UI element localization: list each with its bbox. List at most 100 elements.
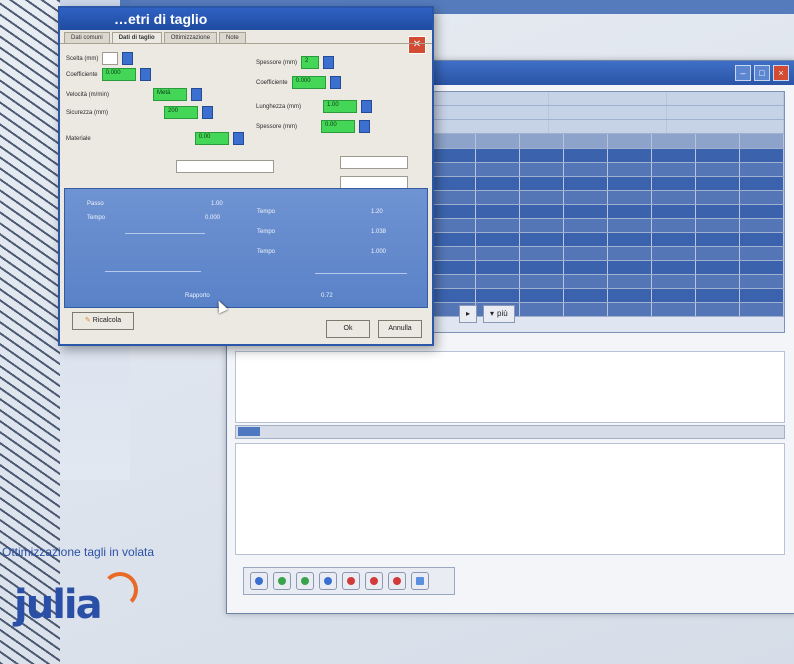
field-label: Spessore (mm) <box>256 59 298 66</box>
table-row[interactable] <box>432 149 784 163</box>
input-box[interactable] <box>340 156 408 169</box>
more-button-label: più <box>497 309 508 318</box>
dialog-title: …etri di taglio <box>60 8 432 30</box>
field-label: Velocità (m/min) <box>66 91 110 98</box>
table-row[interactable] <box>432 233 784 247</box>
dialog-button-bar: ✎ Ricalcola Ok Annulla <box>64 310 426 338</box>
table-row[interactable] <box>432 289 784 303</box>
field-row: Sicurezza (mm) 200 <box>66 106 214 119</box>
julia-logo: julia <box>10 572 138 634</box>
table-row[interactable] <box>432 261 784 275</box>
field-label: Lunghezza (mm) <box>256 103 302 110</box>
result-value: 1.038 <box>371 229 387 235</box>
field-value[interactable]: 0.00 <box>321 120 356 133</box>
table-row[interactable] <box>432 275 784 289</box>
field-row: Spessore (mm) 0.00 <box>256 120 371 133</box>
maximize-button[interactable]: □ <box>754 65 770 81</box>
recalculate-button[interactable]: ✎ Ricalcola <box>72 312 134 330</box>
field-value[interactable]: 1.00 <box>323 100 358 113</box>
result-label: Tempo <box>257 229 276 235</box>
blue-action-icon[interactable] <box>250 572 268 590</box>
result-label: Passo <box>87 201 104 207</box>
field-value[interactable]: 0.00 <box>194 132 229 145</box>
result-value: 0.72 <box>321 293 333 299</box>
tab-dati-di-taglio[interactable]: Dati di taglio <box>111 32 162 43</box>
tab-note[interactable]: Note <box>219 32 246 43</box>
cancel-button[interactable]: Annulla <box>378 320 422 338</box>
spin-button[interactable] <box>323 56 335 69</box>
spin-button[interactable] <box>202 106 214 119</box>
lower-pane[interactable] <box>235 443 785 555</box>
spin-button[interactable] <box>361 100 373 113</box>
pencil-icon: ✎ <box>84 317 91 324</box>
document-icon[interactable] <box>411 572 429 590</box>
field-row <box>66 160 274 173</box>
field-value[interactable]: 0.000 <box>101 68 136 81</box>
field-value[interactable]: 200 <box>164 106 199 119</box>
table-row[interactable] <box>432 163 784 177</box>
result-label: Rapporto <box>185 293 210 299</box>
field-label: Materiale <box>66 135 91 142</box>
minimize-button[interactable]: – <box>735 65 751 81</box>
input-box[interactable] <box>102 52 119 65</box>
table-row[interactable] <box>432 219 784 233</box>
field-row <box>340 156 408 169</box>
grid-info-row <box>432 120 784 134</box>
result-value: 1.000 <box>371 249 387 255</box>
table-row[interactable] <box>432 177 784 191</box>
field-row: Spessore (mm) 2 <box>256 56 335 69</box>
blue-action-icon[interactable] <box>319 572 337 590</box>
cutting-parameters-dialog: …etri di taglio ✕ Dati comuni Dati di ta… <box>58 6 434 346</box>
grid-toolbar: ▸ ▾ più <box>459 305 515 323</box>
grid-header-row <box>432 134 784 149</box>
splitter-handle[interactable] <box>238 427 260 436</box>
green-action-icon[interactable] <box>296 572 314 590</box>
field-row: Scelta (mm) <box>66 52 134 65</box>
red-action-icon[interactable] <box>342 572 360 590</box>
spin-button[interactable] <box>232 132 244 145</box>
spin-button[interactable] <box>122 52 134 65</box>
separator-line <box>315 273 407 274</box>
ok-button[interactable]: Ok <box>326 320 370 338</box>
green-action-icon[interactable] <box>273 572 291 590</box>
dropdown-icon: ▾ <box>490 309 495 318</box>
field-label: Coefficiente <box>66 71 98 78</box>
table-row[interactable] <box>432 205 784 219</box>
field-row: Velocità (m/min) Metà <box>66 88 203 101</box>
result-value: 1.20 <box>371 209 383 215</box>
dialog-tabs: Dati comuni Dati di taglio Ottimizzazion… <box>60 30 432 43</box>
field-label: Spessore (mm) <box>256 123 298 130</box>
pane-splitter[interactable] <box>235 425 785 439</box>
field-label: Sicurezza (mm) <box>66 109 109 116</box>
window-controls: – □ × <box>735 65 789 81</box>
red-action-icon[interactable] <box>365 572 383 590</box>
field-value[interactable]: 2 <box>301 56 320 69</box>
red-action-icon[interactable] <box>388 572 406 590</box>
field-value[interactable]: 0.000 <box>291 76 326 89</box>
spin-button[interactable] <box>139 68 151 81</box>
spin-button[interactable] <box>329 76 341 89</box>
result-value: 1.00 <box>211 201 223 207</box>
upper-pane[interactable] <box>235 351 785 423</box>
field-label: Scelta (mm) <box>66 55 99 62</box>
parameters-form: Scelta (mm) Coefficiente 0.000 Velocità … <box>60 43 432 192</box>
grid-nav-button[interactable]: ▸ <box>459 305 478 323</box>
tab-ottimizzazione[interactable]: Ottimizzazione <box>163 32 218 43</box>
close-button[interactable]: × <box>773 65 789 81</box>
tab-dati-comuni[interactable]: Dati comuni <box>64 32 110 43</box>
result-label: Tempo <box>257 209 276 215</box>
spin-button[interactable] <box>359 120 371 133</box>
field-value[interactable]: Metà <box>153 88 188 101</box>
more-button[interactable]: ▾ più <box>483 305 515 323</box>
table-row[interactable] <box>432 191 784 205</box>
table-row[interactable] <box>432 247 784 261</box>
field-row: Lunghezza (mm) 1.00 <box>256 100 373 113</box>
logo-swirl-icon <box>102 572 138 608</box>
diagonal-hatch-pattern <box>0 0 60 664</box>
recalculate-label: Ricalcola <box>92 317 122 324</box>
field-row: Coefficiente 0.000 <box>256 76 341 89</box>
data-grid[interactable] <box>431 91 785 333</box>
spin-button[interactable] <box>191 88 203 101</box>
input-box[interactable] <box>176 160 274 173</box>
field-row: Materiale 0.00 <box>66 132 244 145</box>
